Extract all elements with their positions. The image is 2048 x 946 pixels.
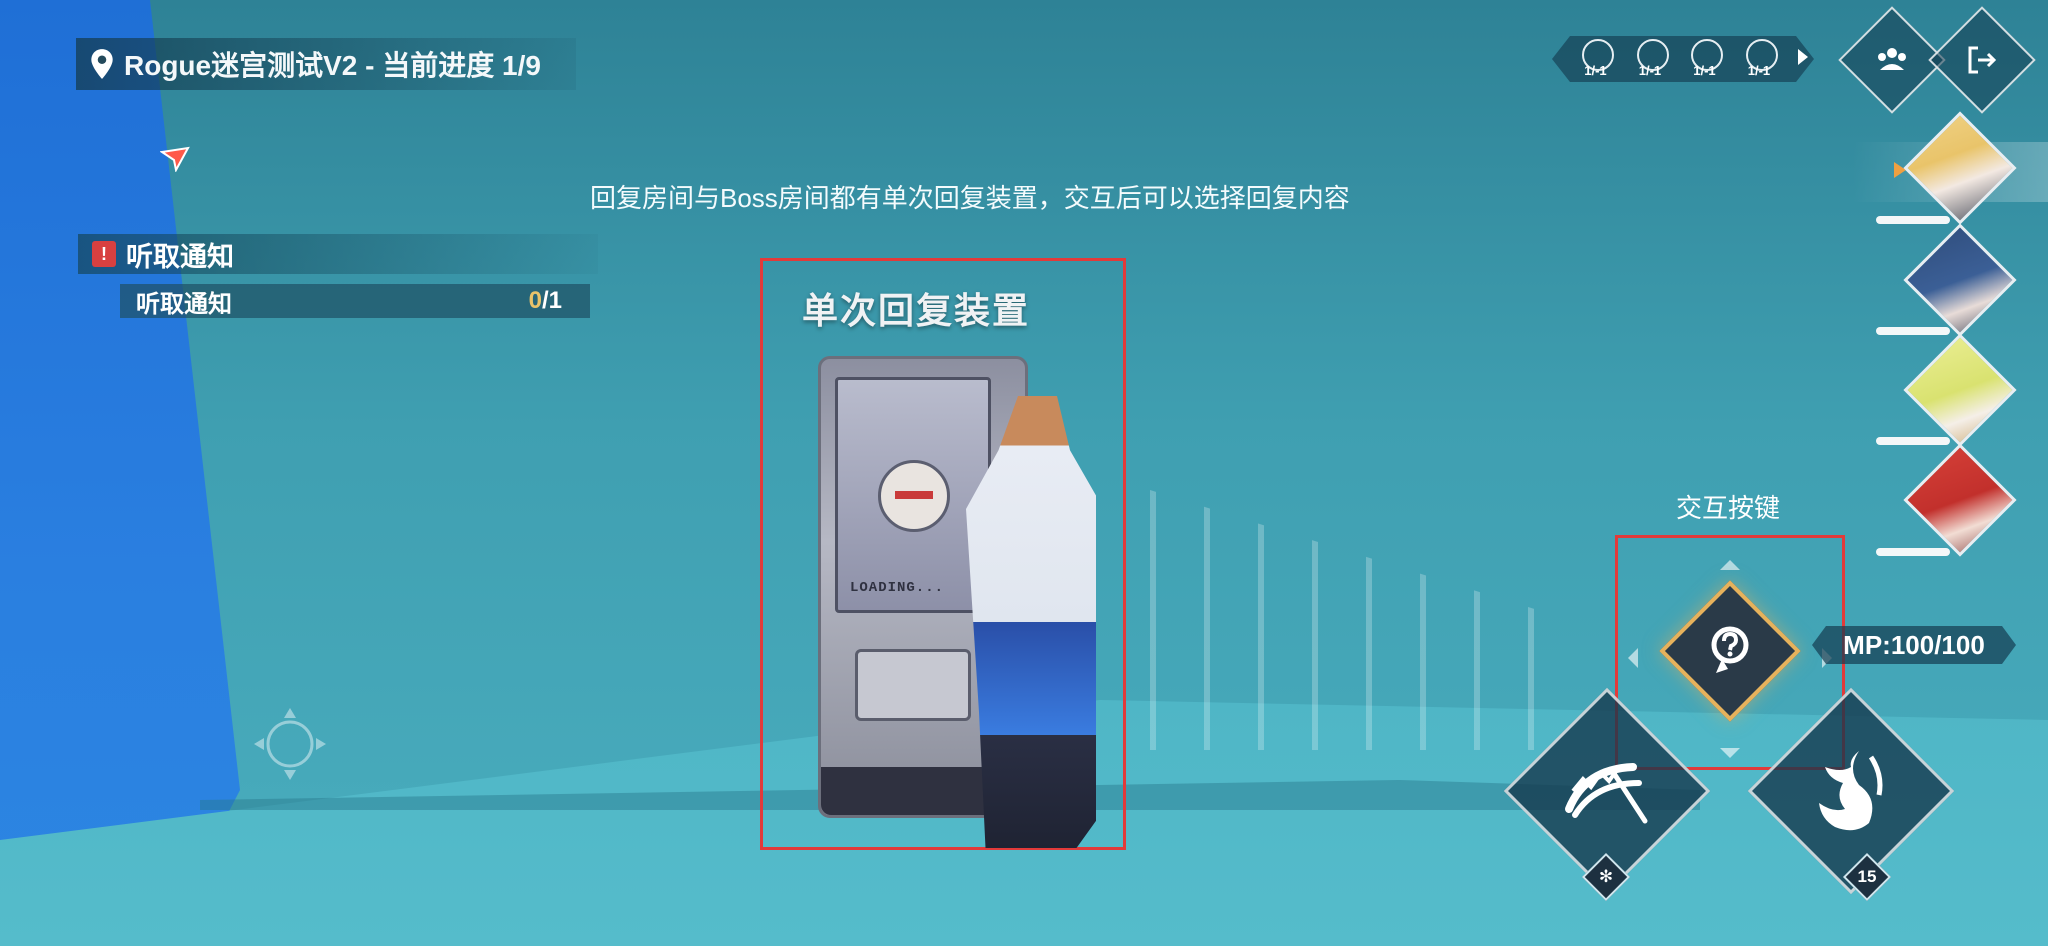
team-status-slot: 1/-1	[1629, 39, 1675, 79]
pin-icon	[91, 49, 113, 79]
chevron-left-icon	[1628, 648, 1638, 668]
party-member-4-hp	[1876, 548, 1950, 556]
question-magnifier-icon	[1711, 626, 1749, 673]
team-icon	[1878, 48, 1906, 70]
team-status-slot: 1/-1	[1574, 39, 1620, 79]
party-member-1-hp	[1876, 216, 1950, 224]
tutorial-hint: 回复房间与Boss房间都有单次回复装置，交互后可以选择回复内容	[590, 183, 1350, 213]
party-member-3-hp	[1876, 437, 1950, 445]
mp-indicator: MP:100/100	[1812, 626, 2016, 664]
quest-objective[interactable]: 听取通知 0/1	[120, 284, 590, 318]
location-title: Rogue迷宫测试V2 - 当前进度 1/9	[124, 50, 541, 81]
party-member-2-hp	[1876, 327, 1950, 335]
quest-title: 听取通知	[126, 241, 234, 272]
chevron-up-icon	[1720, 560, 1740, 570]
active-member-pointer-icon	[1894, 162, 1906, 178]
team-status-strip[interactable]: 1/-1 1/-1 1/-1 1/-1	[1552, 36, 1814, 82]
device-film-slot	[855, 649, 971, 721]
move-joystick-icon[interactable]	[250, 704, 330, 784]
exit-icon	[1968, 46, 1997, 74]
interact-label: 交互按键	[1676, 493, 1781, 523]
device-loading-text: LOADING...	[850, 580, 945, 596]
railing	[1150, 490, 1570, 750]
claw-slash-icon	[1565, 763, 1648, 824]
location-banner: Rogue迷宫测试V2 - 当前进度 1/9	[76, 38, 576, 90]
mp-text: MP:100/100	[1843, 629, 1985, 660]
team-status-slot: 1/-1	[1683, 39, 1729, 79]
objective-progress: 0/1	[528, 287, 562, 314]
chevron-down-icon	[1720, 748, 1740, 758]
dragon-ultimate-icon	[1819, 751, 1883, 831]
device-screen: LOADING...	[835, 377, 991, 613]
device-title: 单次回复装置	[802, 290, 1031, 331]
quest-alert-icon: !	[92, 241, 116, 267]
expand-arrow-icon[interactable]	[1798, 49, 1808, 65]
objective-label: 听取通知	[136, 290, 232, 318]
recovery-icon	[878, 460, 950, 532]
quest-tracker-header[interactable]: ! 听取通知	[78, 234, 598, 274]
direction-arrow-icon	[160, 146, 190, 172]
team-status-slot: 1/-1	[1738, 39, 1784, 79]
